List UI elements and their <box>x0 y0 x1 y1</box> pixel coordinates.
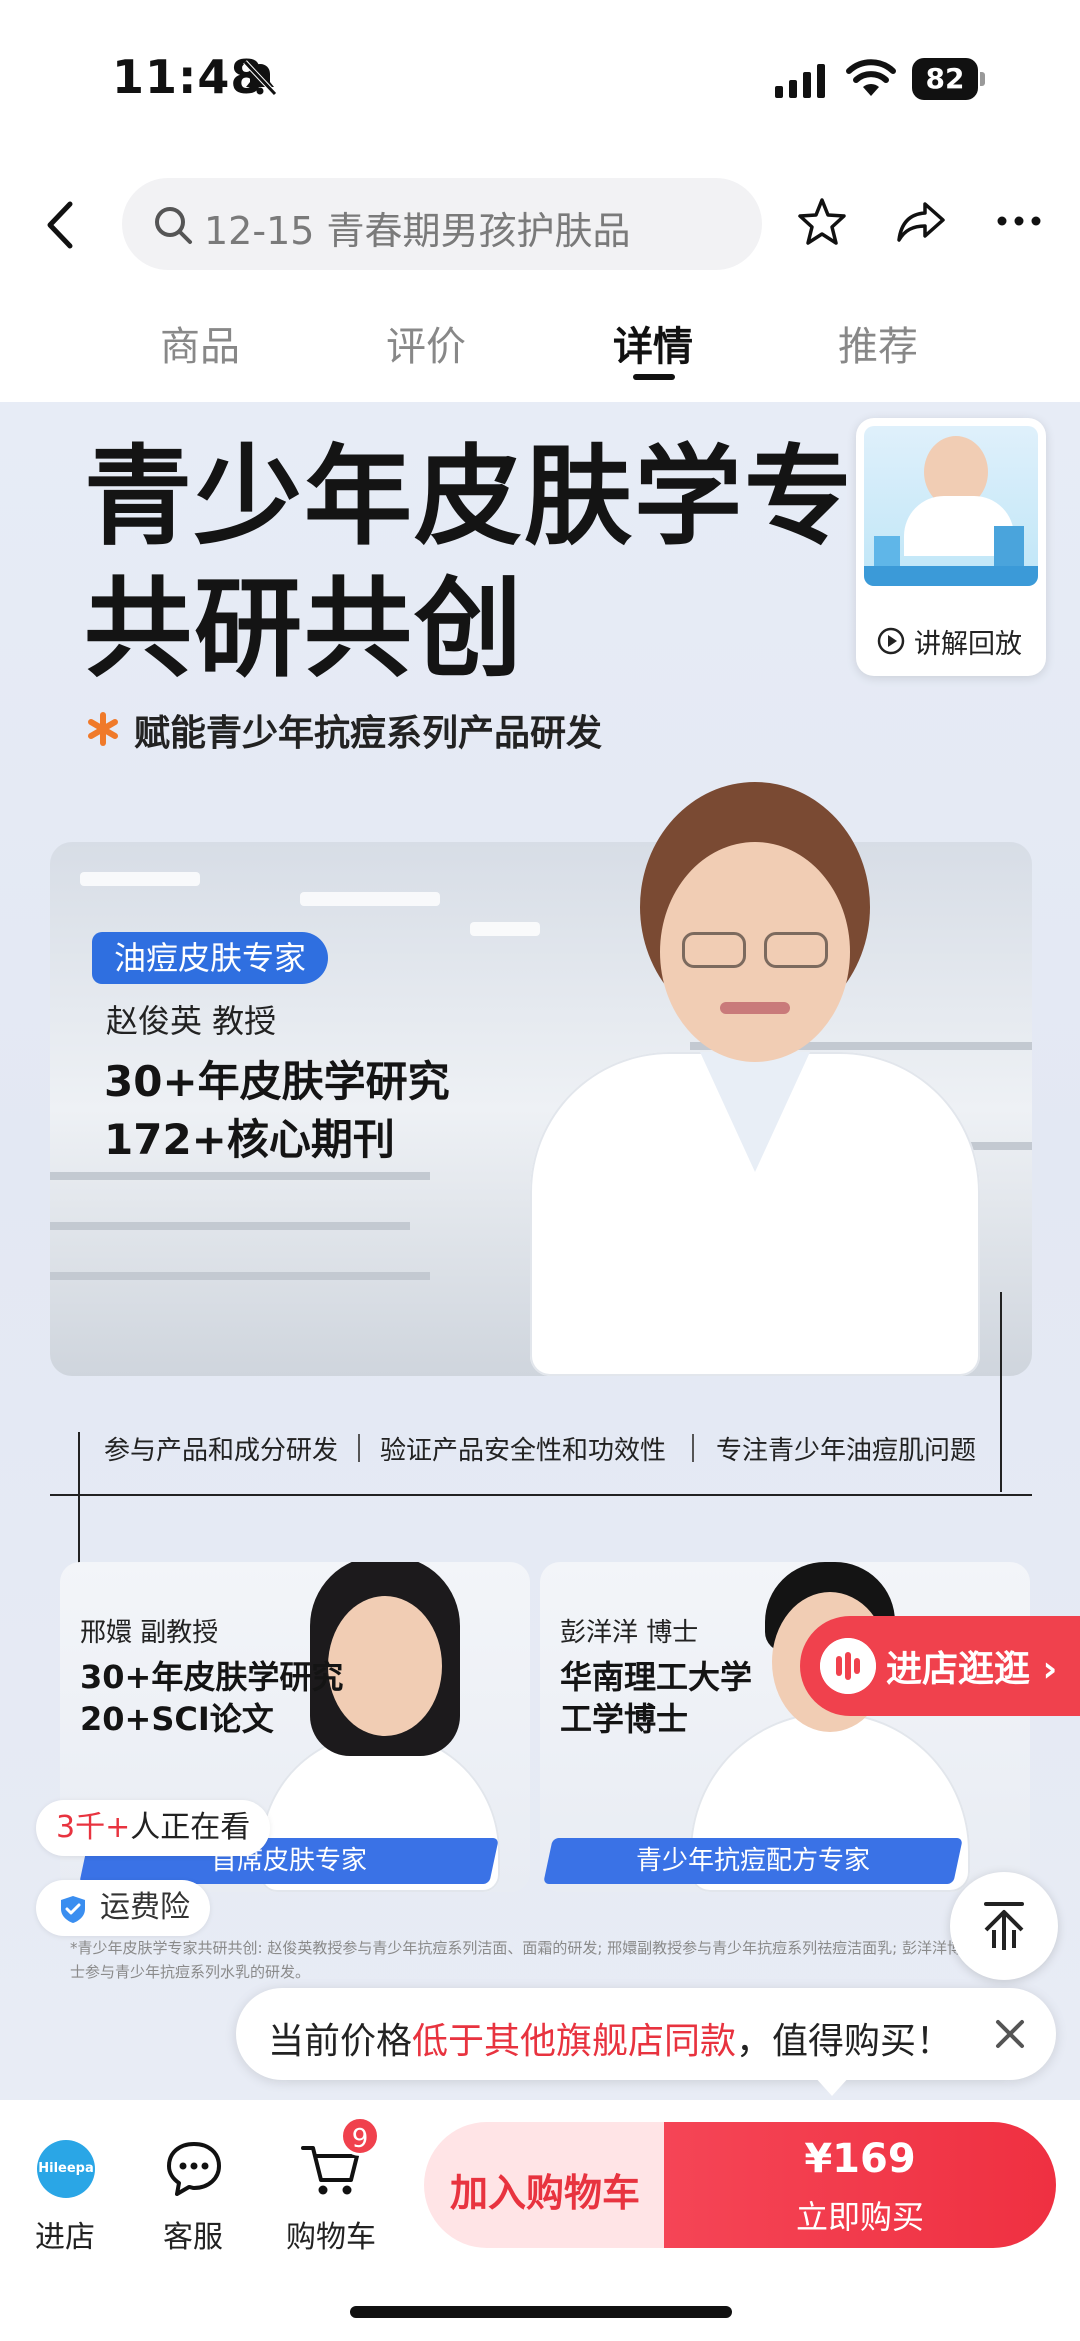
expert-left-credential-2: 20+SCI论文 <box>80 1700 274 1738</box>
buy-now-label: 立即购买 <box>795 2198 924 2236</box>
star-icon[interactable] <box>796 196 848 248</box>
wifi-icon <box>846 59 896 96</box>
expert-left-name: 邢嬛 副教授 <box>80 1618 219 1648</box>
battery-level: 82 <box>912 58 978 100</box>
enter-shop-label: 进店逛逛 › <box>886 1649 1058 1690</box>
feature-item: 参与产品和成分研发 <box>104 1436 339 1466</box>
professor-credential-1: 30+年皮肤学研究 <box>104 1057 450 1106</box>
shipping-insurance-label: 运费险 <box>100 1890 190 1925</box>
back-to-top-button[interactable] <box>950 1872 1058 1980</box>
feature-row: 参与产品和成分研发 验证产品安全性和功效性 专注青少年油痘肌问题 <box>80 1430 1020 1470</box>
shield-icon <box>61 1896 85 1923</box>
expert-left-credential-1: 30+年皮肤学研究 <box>80 1658 344 1696</box>
cart-label: 购物车 <box>286 2220 376 2255</box>
cart-count-badge: 9 <box>340 2116 380 2156</box>
top-nav: 12-15 青春期男孩护肤品 <box>0 170 1080 280</box>
video-replay-label: 讲解回放 <box>876 622 1022 661</box>
signal-icon <box>775 64 825 98</box>
professor-name: 赵俊英 教授 <box>106 1002 277 1040</box>
status-bar: 11:48 82 <box>0 0 1080 160</box>
search-input[interactable]: 12-15 青春期男孩护肤品 <box>122 178 762 270</box>
expert-right-credential-2: 工学博士 <box>560 1700 689 1738</box>
more-icon[interactable] <box>996 206 1042 236</box>
add-to-cart-label: 加入购物车 <box>450 2171 641 2215</box>
buy-now-button[interactable]: ¥169 立即购买 <box>664 2122 1056 2248</box>
arrow-up-icon <box>984 1902 1024 1950</box>
service-label: 客服 <box>163 2220 223 2255</box>
divider <box>50 1494 1032 1496</box>
search-placeholder: 12-15 青春期男孩护肤品 <box>204 209 631 253</box>
shop-label: 进店 <box>35 2220 95 2255</box>
share-icon[interactable] <box>895 196 947 248</box>
product-tabs: 商品 评价 详情 推荐 <box>0 300 1080 400</box>
expert-right-name: 彭洋洋 博士 <box>560 1618 699 1648</box>
play-circle-icon <box>877 627 905 655</box>
expert-right-ribbon: 青少年抗痘配方专家 <box>543 1838 963 1884</box>
expert-right-credential-1: 华南理工大学 <box>560 1658 753 1696</box>
divider <box>78 1432 80 1566</box>
tab-active-indicator <box>633 374 675 380</box>
battery-indicator: 82 <box>912 58 986 100</box>
live-bars-icon <box>820 1638 876 1694</box>
tab-reviews[interactable]: 评价 <box>366 314 486 372</box>
expert-tag: 油痘皮肤专家 <box>92 932 329 984</box>
bottom-action-bar: Hileepa 进店 客服 9 购物车 加入购物车 ¥169 立即购买 <box>0 2100 1080 2341</box>
tab-product[interactable]: 商品 <box>140 314 260 372</box>
hero-subtitle: 赋能青少年抗痘系列产品研发 <box>134 713 603 754</box>
video-thumbnail <box>864 426 1038 586</box>
feature-item: 专注青少年油痘肌问题 <box>716 1436 977 1466</box>
buy-price: ¥169 <box>804 2136 916 2182</box>
professor-credential-2: 172+核心期刊 <box>104 1115 395 1164</box>
footnote: *青少年皮肤学专家共研共创: 赵俊英教授参与青少年抗痘系列洁面、面霜的研发; 邢… <box>70 1939 962 1981</box>
viewers-suffix: 人正在看 <box>130 1810 251 1845</box>
back-icon[interactable] <box>40 198 80 252</box>
video-replay-card[interactable]: 讲解回放 <box>856 418 1046 676</box>
close-icon[interactable] <box>992 2016 1028 2052</box>
search-icon <box>155 207 192 244</box>
add-to-cart-button[interactable]: 加入购物车 <box>424 2122 664 2248</box>
price-tip-bubble: 当前价格低于其他旗舰店同款，值得购买！ <box>236 1988 1056 2096</box>
viewers-count-pill: 3千+人正在看 <box>36 1800 271 1856</box>
tab-details[interactable]: 详情 <box>593 314 713 372</box>
divider <box>1000 1292 1002 1492</box>
shipping-insurance-pill[interactable]: 运费险 <box>36 1880 210 1936</box>
tab-recommend[interactable]: 推荐 <box>818 314 938 372</box>
shop-logo: Hileepa <box>37 2140 95 2198</box>
viewers-count: 3千+ <box>56 1810 131 1845</box>
bell-muted-icon <box>243 60 277 96</box>
feature-item: 验证产品安全性和功效性 <box>380 1436 667 1466</box>
price-tip-text: 当前价格低于其他旗舰店同款，值得购买！ <box>268 2021 953 2062</box>
asterisk-icon <box>88 712 118 746</box>
enter-shop-float-button[interactable]: 进店逛逛 › <box>800 1616 1080 1716</box>
chat-icon <box>167 2142 221 2196</box>
professor-portrait <box>520 782 990 1376</box>
home-indicator[interactable] <box>350 2306 732 2318</box>
